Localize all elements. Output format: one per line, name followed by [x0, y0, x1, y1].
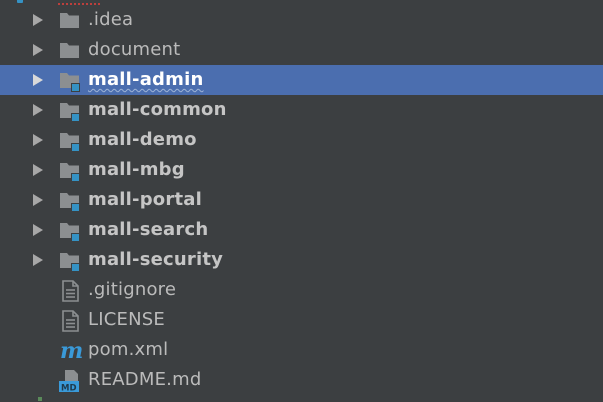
expand-arrow-icon[interactable] [33, 194, 43, 206]
expand-arrow-icon[interactable] [33, 44, 43, 56]
text-file-icon [58, 309, 82, 333]
tree-item-label: .gitignore [88, 279, 177, 300]
tree-item-label: mall-search [88, 219, 209, 240]
text-file-icon [58, 279, 82, 303]
tree-item-label: mall-mbg [88, 159, 185, 180]
module-folder-icon [58, 129, 82, 153]
tree-row-mall-mbg[interactable]: mall-mbg [0, 155, 603, 185]
expand-arrow-icon[interactable] [33, 14, 43, 26]
tree-row-idea[interactable]: .idea [0, 5, 603, 35]
tree-item-label: mall-demo [88, 129, 197, 150]
markdown-file-icon: MD [58, 369, 82, 394]
project-tree: .idea document mall-admin mall-common mall-d… [0, 0, 603, 402]
expand-arrow-icon[interactable] [33, 134, 43, 146]
expand-arrow-icon[interactable] [33, 74, 43, 86]
tree-row-pom-xml[interactable]: m pom.xml [0, 335, 603, 365]
svg-text:MD: MD [61, 384, 77, 394]
svg-text:m: m [60, 339, 82, 363]
tree-item-label: mall-security [88, 249, 224, 270]
maven-icon: m [58, 338, 83, 364]
module-folder-icon [58, 99, 82, 123]
tree-row-license[interactable]: LICENSE [0, 305, 603, 335]
tree-row-mall-admin[interactable]: mall-admin [0, 65, 603, 95]
tree-row-mall-common[interactable]: mall-common [0, 95, 603, 125]
tree-row-mall-search[interactable]: mall-search [0, 215, 603, 245]
expand-arrow-icon[interactable] [33, 164, 43, 176]
module-marker-icon [17, 0, 23, 3]
tree-row-mall-security[interactable]: mall-security [0, 245, 603, 275]
tree-item-label: .idea [88, 9, 134, 30]
module-folder-icon [58, 219, 82, 243]
expand-arrow-icon[interactable] [33, 254, 43, 266]
tree-item-label: mall-admin [88, 69, 204, 90]
folder-icon [58, 39, 82, 63]
tree-row-readme-md[interactable]: MD README.md [0, 365, 603, 395]
tree-item-label: mall-common [88, 99, 227, 120]
folder-icon [58, 9, 82, 33]
tree-row-mall-demo[interactable]: mall-demo [0, 125, 603, 155]
tree-row-document[interactable]: document [0, 35, 603, 65]
module-folder-icon [58, 189, 82, 213]
tree-item-label: README.md [88, 369, 202, 390]
tree-item-label: LICENSE [88, 309, 165, 330]
tree-item-label: pom.xml [88, 339, 169, 360]
tree-item-label: document [88, 39, 181, 60]
module-folder-icon [58, 159, 82, 183]
tree-row-gitignore[interactable]: .gitignore [0, 275, 603, 305]
expand-arrow-icon[interactable] [33, 224, 43, 236]
tree-row-mall-portal[interactable]: mall-portal [0, 185, 603, 215]
expand-arrow-icon[interactable] [33, 104, 43, 116]
module-folder-icon [58, 69, 82, 93]
tree-item-label: mall-portal [88, 189, 202, 210]
tree-scroll-marker [38, 397, 42, 401]
module-folder-icon [58, 249, 82, 273]
